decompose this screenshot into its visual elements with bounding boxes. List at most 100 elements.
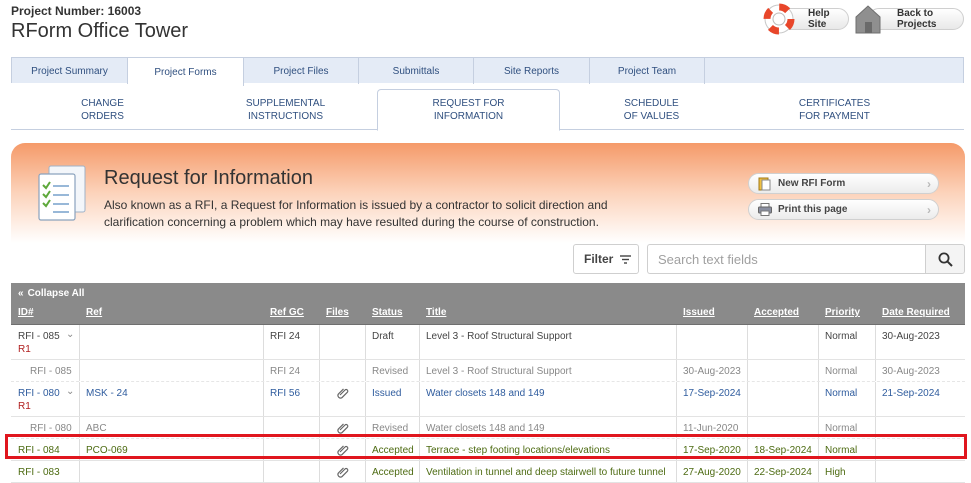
column-divider: [419, 360, 420, 381]
column-divider: [818, 360, 819, 381]
column-divider: [365, 325, 366, 359]
expand-chevron-icon[interactable]: ⌄: [66, 386, 74, 397]
tab-project-forms[interactable]: Project Forms: [128, 58, 244, 86]
paperclip-icon[interactable]: [337, 444, 349, 456]
column-divider: [747, 382, 748, 416]
rfi-id[interactable]: RFI - 085: [18, 331, 60, 342]
column-divider: [263, 325, 264, 359]
subtab-line: INSTRUCTIONS: [247, 110, 323, 122]
priority-value: Normal: [825, 366, 858, 377]
main-tab-bar: Project Summary Project Forms Project Fi…: [11, 57, 964, 86]
search-icon: [938, 252, 953, 267]
col-header-ref[interactable]: Ref: [86, 307, 102, 318]
column-divider: [319, 325, 320, 359]
rfi-title-link[interactable]: Ventilation in tunnel and deep stairwell…: [426, 467, 666, 478]
lifebuoy-icon: [763, 3, 795, 35]
table-row[interactable]: RFI - 083 Accepted Ventilation in tunnel a…: [11, 461, 965, 483]
paperclip-icon[interactable]: [337, 387, 349, 399]
column-divider: [365, 382, 366, 416]
column-divider: [676, 382, 677, 416]
collapse-all-label: Collapse All: [27, 287, 85, 299]
paperclip-icon[interactable]: [337, 422, 349, 434]
rfi-title-link[interactable]: Terrace - step footing locations/elevati…: [426, 445, 610, 456]
accepted-date: 22-Sep-2024: [754, 467, 812, 478]
column-divider: [419, 417, 420, 438]
col-header-accepted[interactable]: Accepted: [754, 307, 799, 318]
filter-lines-icon: [620, 254, 632, 264]
tab-submittals[interactable]: Submittals: [359, 58, 474, 84]
rfi-title-link[interactable]: Water closets 148 and 149: [426, 388, 545, 399]
back-to-projects-button[interactable]: Back to Projects: [855, 5, 964, 34]
back-to-projects-label: Back to Projects: [897, 8, 937, 30]
rfi-id[interactable]: RFI - 084: [18, 445, 60, 456]
rfi-title-link[interactable]: Level 3 - Roof Structural Support: [426, 331, 572, 342]
col-header-ref-gc[interactable]: Ref GC: [270, 307, 304, 318]
column-divider: [747, 417, 748, 438]
column-divider: [818, 382, 819, 416]
project-number: Project Number: 16003: [11, 4, 142, 18]
col-header-id[interactable]: ID#: [18, 307, 34, 318]
column-divider: [875, 325, 876, 359]
table-row[interactable]: RFI - 085 RFI 24 Revised Level 3 - Roof Str…: [11, 360, 965, 382]
form-type-tabs: CHANGE ORDERS SUPPLEMENTAL INSTRUCTIONS RE…: [11, 83, 964, 131]
print-page-button[interactable]: Print this page ›: [748, 199, 939, 220]
tab-project-summary[interactable]: Project Summary: [12, 58, 128, 84]
priority-value: High: [825, 467, 846, 478]
new-rfi-form-label: New RFI Form: [778, 178, 846, 189]
revision-label: R1: [18, 344, 31, 355]
help-site-button[interactable]: Help Site: [763, 3, 849, 35]
tab-site-reports[interactable]: Site Reports: [474, 58, 590, 84]
status-value: Accepted: [372, 467, 414, 478]
rfi-id[interactable]: RFI - 080: [18, 388, 60, 399]
col-header-status[interactable]: Status: [372, 307, 403, 318]
status-value: Issued: [372, 388, 402, 399]
collapse-all-button[interactable]: « Collapse All: [11, 283, 965, 303]
status-value: Accepted: [372, 445, 414, 456]
rfi-title-link[interactable]: Level 3 - Roof Structural Support: [426, 366, 572, 377]
expand-chevron-icon[interactable]: ⌄: [66, 329, 74, 340]
column-divider: [875, 360, 876, 381]
subtab-supplemental-instructions[interactable]: SUPPLEMENTAL INSTRUCTIONS: [194, 89, 377, 130]
subtab-line: CERTIFICATES: [798, 97, 871, 109]
subtab-request-for-information[interactable]: REQUEST FOR INFORMATION: [377, 89, 560, 131]
rfi-id[interactable]: RFI - 085: [30, 366, 72, 377]
subtab-schedule-of-values[interactable]: SCHEDULE OF VALUES: [560, 89, 743, 130]
filter-button[interactable]: Filter: [573, 244, 639, 274]
column-divider: [419, 325, 420, 359]
table-row[interactable]: RFI - 080 R1 ⌄ MSK - 24 RFI 56 Issued Water cl…: [11, 382, 965, 417]
column-divider: [676, 439, 677, 460]
column-divider: [319, 382, 320, 416]
col-header-title[interactable]: Title: [426, 307, 446, 318]
column-divider: [365, 417, 366, 438]
col-header-date-required[interactable]: Date Required: [882, 307, 950, 318]
search-button[interactable]: [925, 244, 965, 274]
paperclip-icon[interactable]: [337, 466, 349, 478]
col-header-files[interactable]: Files: [326, 307, 349, 318]
subtab-line: REQUEST FOR: [432, 98, 505, 109]
table-row[interactable]: RFI - 080 ABC Revised Water closets 148 and…: [11, 417, 965, 439]
new-rfi-form-button[interactable]: New RFI Form ›: [748, 173, 939, 194]
rfi-id[interactable]: RFI - 080: [30, 423, 72, 434]
priority-value: Normal: [825, 445, 858, 456]
rfi-title-link[interactable]: Water closets 148 and 149: [426, 423, 545, 434]
tab-project-team[interactable]: Project Team: [590, 58, 705, 84]
banner-description: Also known as a RFI, a Request for Infor…: [104, 198, 608, 229]
column-divider: [747, 360, 748, 381]
rfi-id[interactable]: RFI - 083: [18, 467, 60, 478]
column-divider: [419, 439, 420, 460]
priority-value: Normal: [825, 331, 858, 342]
search-input[interactable]: [647, 244, 926, 274]
table-row[interactable]: RFI - 085 R1 ⌄ RFI 24 Draft Level 3 - Roof St…: [11, 325, 965, 360]
column-divider: [365, 439, 366, 460]
column-divider: [79, 382, 80, 416]
issued-date: 11-Jun-2020: [683, 423, 739, 434]
column-divider: [875, 382, 876, 416]
tab-project-files[interactable]: Project Files: [244, 58, 359, 84]
subtab-change-orders[interactable]: CHANGE ORDERS: [11, 89, 194, 130]
col-header-issued[interactable]: Issued: [683, 307, 715, 318]
table-row[interactable]: RFI - 084 PCO-069 Accepted Terrace - step f…: [11, 439, 965, 461]
issued-date: 17-Sep-2020: [683, 445, 741, 456]
subtab-certificates-for-payment[interactable]: CERTIFICATES FOR PAYMENT: [743, 89, 926, 130]
column-divider: [263, 461, 264, 482]
col-header-priority[interactable]: Priority: [825, 307, 860, 318]
